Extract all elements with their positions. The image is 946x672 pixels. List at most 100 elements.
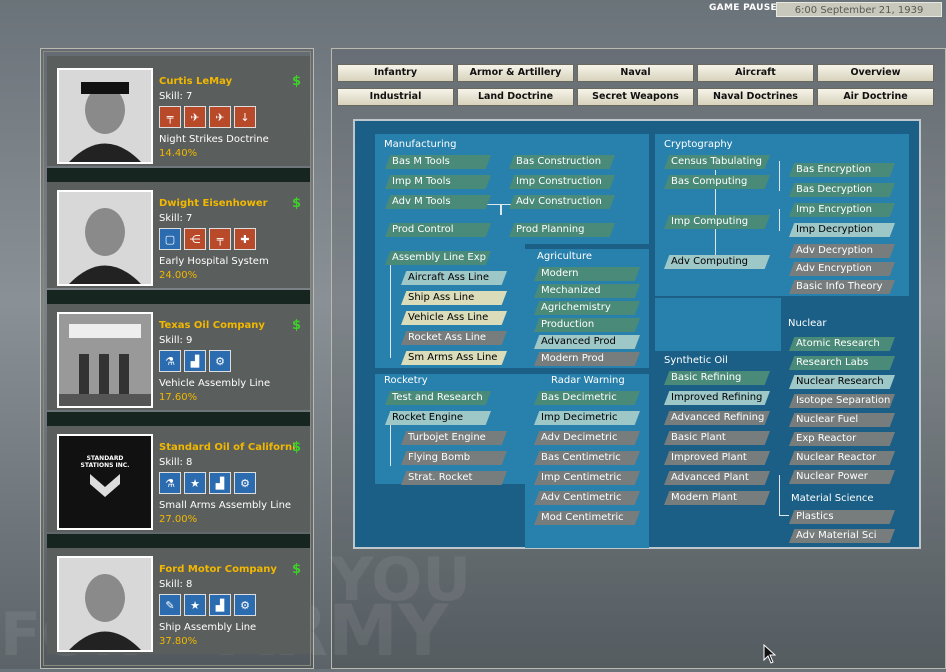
tech-node-imp-centimetric[interactable]: Imp Centimetric (534, 471, 640, 485)
tab-armor-artillery[interactable]: Armor & Artillery (457, 64, 574, 82)
tech-node-modern-prod[interactable]: Modern Prod (534, 352, 640, 366)
label-synthetic-oil: Synthetic Oil (664, 355, 728, 366)
tech-node-exp-reactor[interactable]: Exp Reactor (789, 432, 895, 446)
research-team-card[interactable]: Curtis LeMay $ Skill: 7 ╤ ✈ ✈ ↓ Night Strik… (47, 56, 310, 166)
tech-node-imp-decimetric[interactable]: Imp Decimetric (534, 411, 640, 425)
tech-node-adv-m-tools[interactable]: Adv M Tools (385, 195, 491, 209)
gear-icon: ⚙ (209, 350, 231, 372)
label-radar-warning: Radar Warning (551, 375, 625, 386)
tech-node-imp-computing[interactable]: Imp Computing (664, 215, 770, 229)
team-progress: 24.00% (159, 270, 198, 281)
team-current-tech: Vehicle Assembly Line (159, 378, 271, 389)
label-cryptography: Cryptography (664, 139, 733, 150)
tab-secret-weapons[interactable]: Secret Weapons (577, 88, 694, 106)
team-current-tech: Small Arms Assembly Line (159, 500, 292, 511)
team-name: Ford Motor Company (159, 564, 277, 575)
tech-node-advanced-plant[interactable]: Advanced Plant (664, 471, 770, 485)
team-name: Dwight Eisenhower (159, 198, 268, 209)
tab-naval[interactable]: Naval (577, 64, 694, 82)
tab-air-doctrine[interactable]: Air Doctrine (817, 88, 934, 106)
research-team-card[interactable]: STANDARD STATIONS INC. Standard Oil of C… (47, 422, 310, 532)
tech-node-ship-ass-line[interactable]: Ship Ass Line (401, 291, 507, 305)
tech-node-adv-computing[interactable]: Adv Computing (664, 255, 770, 269)
tech-node-advanced-prod[interactable]: Advanced Prod (534, 335, 640, 349)
team-specialties: ▢ ⋲ ╤ ✚ (159, 228, 256, 250)
research-team-card[interactable]: Texas Oil Company $ Skill: 9 ⚗ ▟ ⚙ Vehicle… (47, 300, 310, 410)
tech-node-modern[interactable]: Modern (534, 267, 640, 281)
tech-node-sm-arms-ass-line[interactable]: Sm Arms Ass Line (401, 351, 507, 365)
tech-node-assembly-line-exp[interactable]: Assembly Line Exp (385, 251, 491, 265)
team-photo (57, 68, 153, 164)
tech-node-basic-refining[interactable]: Basic Refining (664, 371, 770, 385)
tech-node-bas-decryption[interactable]: Bas Decryption (789, 183, 895, 197)
tech-node-rocket-ass-line[interactable]: Rocket Ass Line (401, 331, 507, 345)
tech-node-adv-encryption[interactable]: Adv Encryption (789, 262, 895, 276)
tab-industrial[interactable]: Industrial (337, 88, 454, 106)
tech-node-imp-encryption[interactable]: Imp Encryption (789, 203, 895, 217)
tech-node-adv-material-sci[interactable]: Adv Material Sci (789, 529, 895, 543)
tech-node-bas-decimetric[interactable]: Bas Decimetric (534, 391, 640, 405)
gear-icon: ⚙ (234, 472, 256, 494)
tech-node-nuclear-power[interactable]: Nuclear Power (789, 470, 895, 484)
tech-node-prod-control[interactable]: Prod Control (385, 223, 491, 237)
tech-node-aircraft-ass-line[interactable]: Aircraft Ass Line (401, 271, 507, 285)
tech-node-plastics[interactable]: Plastics (789, 510, 895, 524)
tech-node-atomic-research[interactable]: Atomic Research (789, 337, 895, 351)
tech-node-production[interactable]: Production (534, 318, 640, 332)
tab-land-doctrine[interactable]: Land Doctrine (457, 88, 574, 106)
factory-icon: ▟ (209, 472, 231, 494)
tech-node-mod-centimetric[interactable]: Mod Centimetric (534, 511, 640, 525)
tech-node-rocket-engine[interactable]: Rocket Engine (385, 411, 491, 425)
tech-node-prod-planning[interactable]: Prod Planning (509, 223, 615, 237)
tech-node-adv-construction[interactable]: Adv Construction (509, 195, 615, 209)
tech-node-improved-refining[interactable]: Improved Refining (664, 391, 770, 405)
factory-icon: ▟ (184, 350, 206, 372)
tech-node-vehicle-ass-line[interactable]: Vehicle Ass Line (401, 311, 507, 325)
tech-node-mechanized[interactable]: Mechanized (534, 284, 640, 298)
tech-node-imp-decryption[interactable]: Imp Decryption (789, 223, 895, 237)
tech-node-isotope-separation[interactable]: Isotope Separation (789, 394, 895, 408)
tab-aircraft[interactable]: Aircraft (697, 64, 814, 82)
tab-infantry[interactable]: Infantry (337, 64, 454, 82)
tech-node-modern-plant[interactable]: Modern Plant (664, 491, 770, 505)
tech-node-bas-centimetric[interactable]: Bas Centimetric (534, 451, 640, 465)
tech-node-strat-rocket[interactable]: Strat. Rocket (401, 471, 507, 485)
tech-node-basic-plant[interactable]: Basic Plant (664, 431, 770, 445)
tab-overview[interactable]: Overview (817, 64, 934, 82)
cannon-icon: ╤ (159, 106, 181, 128)
label-manufacturing: Manufacturing (384, 139, 457, 150)
tech-node-flying-bomb[interactable]: Flying Bomb (401, 451, 507, 465)
tech-node-advanced-refining[interactable]: Advanced Refining (664, 411, 770, 425)
tech-node-bas-m-tools[interactable]: Bas M Tools (385, 155, 491, 169)
tech-node-research-labs[interactable]: Research Labs (789, 356, 895, 370)
tech-node-nuclear-fuel[interactable]: Nuclear Fuel (789, 413, 895, 427)
tech-node-turbojet-engine[interactable]: Turbojet Engine (401, 431, 507, 445)
tab-naval-doctrines[interactable]: Naval Doctrines (697, 88, 814, 106)
game-date[interactable]: 6:00 September 21, 1939 (776, 2, 942, 17)
research-team-card[interactable]: Dwight Eisenhower $ Skill: 7 ▢ ⋲ ╤ ✚ Early … (47, 178, 310, 288)
tech-node-census-tabulating[interactable]: Census Tabulating (664, 155, 770, 169)
tech-node-adv-decryption[interactable]: Adv Decryption (789, 244, 895, 258)
research-teams-panel: Curtis LeMay $ Skill: 7 ╤ ✈ ✈ ↓ Night Strik… (40, 48, 314, 669)
tech-node-improved-plant[interactable]: Improved Plant (664, 451, 770, 465)
team-photo (57, 190, 153, 286)
tech-node-imp-m-tools[interactable]: Imp M Tools (385, 175, 491, 189)
tech-node-test-and-research[interactable]: Test and Research (385, 391, 491, 405)
tech-node-basic-info-theory[interactable]: Basic Info Theory (789, 280, 895, 294)
tech-node-bas-encryption[interactable]: Bas Encryption (789, 163, 895, 177)
tech-node-agrichemistry[interactable]: Agrichemistry (534, 301, 640, 315)
fighter-plane-icon: ✈ (184, 106, 206, 128)
tech-node-bas-computing[interactable]: Bas Computing (664, 175, 770, 189)
research-team-card[interactable]: Ford Motor Company $ Skill: 8 ✎ ★ ▟ ⚙ Ship … (47, 544, 310, 654)
tech-node-adv-centimetric[interactable]: Adv Centimetric (534, 491, 640, 505)
tech-node-imp-construction[interactable]: Imp Construction (509, 175, 615, 189)
team-name: Curtis LeMay (159, 76, 233, 87)
card-separator (47, 412, 310, 426)
network-icon: ⋲ (184, 228, 206, 250)
tech-node-bas-construction[interactable]: Bas Construction (509, 155, 615, 169)
tech-node-adv-decimetric[interactable]: Adv Decimetric (534, 431, 640, 445)
tech-node-nuclear-research[interactable]: Nuclear Research (789, 375, 895, 389)
wrench-icon: ✎ (159, 594, 181, 616)
tech-tree: Manufacturing Cryptography Agriculture R… (353, 119, 921, 549)
tech-node-nuclear-reactor[interactable]: Nuclear Reactor (789, 451, 895, 465)
